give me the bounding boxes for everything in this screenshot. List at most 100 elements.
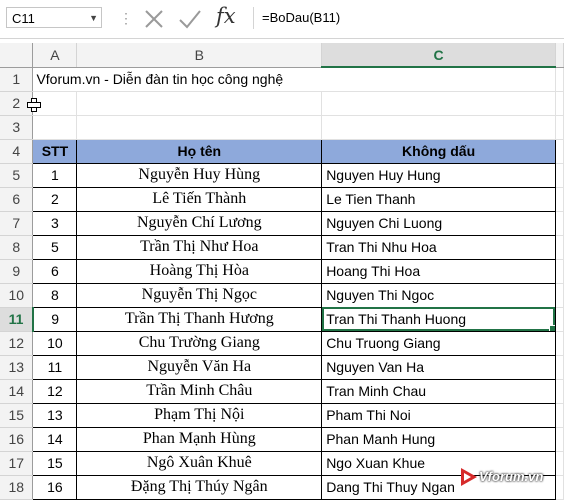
stt-cell[interactable]: 13 [32, 402, 78, 428]
cell[interactable] [321, 91, 556, 116]
plain-name-cell[interactable]: Hoang Thi Hoa [321, 258, 556, 284]
cell[interactable] [32, 115, 78, 140]
watermark-logo: Vforum.vn [457, 466, 564, 489]
cell[interactable] [555, 427, 564, 452]
cell[interactable] [555, 307, 564, 332]
name-cell[interactable]: Ngô Xuân Khuê [76, 450, 323, 476]
name-cell[interactable]: Trần Thị Như Hoa [76, 234, 323, 260]
cell[interactable] [555, 91, 564, 116]
cell-cursor-icon [27, 98, 41, 112]
row-header-18[interactable]: 18 [0, 475, 34, 500]
stt-cell[interactable]: 11 [32, 354, 78, 380]
stt-cell[interactable]: 9 [32, 306, 78, 332]
header-ho-ten[interactable]: Họ tên [76, 138, 323, 164]
plain-name-cell[interactable]: Nguyen Huy Hung [321, 162, 556, 188]
formula-input[interactable]: =BoDau(B11) [253, 7, 564, 29]
row-header-7[interactable]: 7 [0, 211, 34, 236]
fill-handle[interactable] [548, 324, 555, 330]
name-cell[interactable]: Đặng Thị Thúy Ngân [76, 474, 323, 500]
name-cell[interactable]: Nguyễn Thị Ngọc [76, 282, 323, 308]
row-header-8[interactable]: 8 [0, 235, 34, 260]
cell[interactable] [76, 91, 323, 116]
cell[interactable] [555, 355, 564, 380]
row-header-5[interactable]: 5 [0, 163, 34, 188]
cell[interactable] [321, 115, 556, 140]
plain-name-cell[interactable]: Nguyen Thi Ngoc [321, 282, 556, 308]
select-all-corner[interactable] [0, 43, 34, 68]
name-cell[interactable]: Chu Trường Giang [76, 330, 323, 356]
cell[interactable] [76, 115, 323, 140]
cell[interactable] [555, 379, 564, 404]
table-row: 5 1 Nguyễn Huy Hùng Nguyen Huy Hung [0, 162, 564, 188]
stt-cell[interactable]: 5 [32, 234, 78, 260]
plain-name-cell[interactable]: Pham Thi Noi [321, 402, 556, 428]
stt-cell[interactable]: 12 [32, 378, 78, 404]
name-cell[interactable]: Trần Thị Thanh Hương [76, 306, 323, 332]
stt-cell[interactable]: 15 [32, 450, 78, 476]
cell[interactable] [555, 331, 564, 356]
name-cell[interactable]: Nguyễn Văn Ha [76, 354, 323, 380]
cell[interactable] [555, 115, 564, 140]
plain-name-cell[interactable]: Tran Minh Chau [321, 378, 556, 404]
name-cell[interactable]: Hoàng Thị Hòa [76, 258, 323, 284]
plain-name-cell[interactable]: Nguyen Van Ha [321, 354, 556, 380]
header-khong-dau[interactable]: Không dấu [321, 138, 556, 164]
column-header-a[interactable]: A [32, 43, 78, 68]
row-header-12[interactable]: 12 [0, 331, 34, 356]
row-header-3[interactable]: 3 [0, 115, 34, 140]
cell[interactable] [555, 67, 564, 92]
cell[interactable] [555, 187, 564, 212]
enter-checkmark-icon[interactable] [178, 8, 202, 30]
name-cell[interactable]: Phan Mạnh Hùng [76, 426, 323, 452]
cancel-icon[interactable] [143, 8, 165, 30]
stt-cell[interactable]: 2 [32, 186, 78, 212]
stt-cell[interactable]: 1 [32, 162, 78, 188]
name-cell[interactable]: Nguyễn Chí Lương [76, 210, 323, 236]
plain-name-cell[interactable]: Le Tien Thanh [321, 186, 556, 212]
row-header-13[interactable]: 13 [0, 355, 34, 380]
plain-name-cell[interactable]: Tran Thi Nhu Hoa [321, 234, 556, 260]
cell[interactable] [555, 139, 564, 164]
insert-function-icon[interactable]: fx [216, 4, 236, 28]
column-header-c[interactable]: C [321, 43, 556, 68]
name-cell[interactable]: Nguyễn Huy Hùng [76, 162, 323, 188]
cell[interactable] [555, 211, 564, 236]
name-cell[interactable]: Phạm Thị Nội [76, 402, 323, 428]
row-header-9[interactable]: 9 [0, 259, 34, 284]
stt-cell[interactable]: 3 [32, 210, 78, 236]
title-cell[interactable]: Vforum.vn - Diễn đàn tin học công nghệ [32, 67, 556, 92]
header-stt[interactable]: STT [32, 138, 78, 164]
plain-name-cell[interactable]: Nguyen Chi Luong [321, 210, 556, 236]
stt-cell[interactable]: 16 [32, 474, 78, 500]
plain-name-cell[interactable]: Phan Manh Hung [321, 426, 556, 452]
row-header-14[interactable]: 14 [0, 379, 34, 404]
chevron-down-icon[interactable]: ▼ [89, 8, 98, 29]
row-header-4[interactable]: 4 [0, 139, 34, 164]
table-row: 12 10 Chu Trường Giang Chu Truong Giang [0, 330, 564, 356]
name-box[interactable]: C11 ▼ [6, 7, 102, 28]
formula-bar-grip-icon[interactable]: ⋮ [119, 7, 133, 29]
column-header-d[interactable] [555, 43, 564, 68]
cell[interactable] [555, 403, 564, 428]
cell[interactable] [555, 283, 564, 308]
name-cell[interactable]: Lê Tiến Thành [76, 186, 323, 212]
row-header-15[interactable]: 15 [0, 403, 34, 428]
row-header-11[interactable]: 11 [0, 307, 34, 332]
row-header-17[interactable]: 17 [0, 451, 34, 476]
column-header-b[interactable]: B [76, 43, 323, 68]
cell[interactable] [555, 259, 564, 284]
stt-cell[interactable]: 10 [32, 330, 78, 356]
row-header-1[interactable]: 1 [0, 67, 34, 92]
stt-cell[interactable]: 14 [32, 426, 78, 452]
stt-cell[interactable]: 6 [32, 258, 78, 284]
row-header-6[interactable]: 6 [0, 187, 34, 212]
cell[interactable] [555, 163, 564, 188]
row-header-10[interactable]: 10 [0, 283, 34, 308]
name-cell[interactable]: Trần Minh Châu [76, 378, 323, 404]
table-row: 10 8 Nguyễn Thị Ngọc Nguyen Thi Ngoc [0, 282, 564, 308]
row-header-16[interactable]: 16 [0, 427, 34, 452]
cell[interactable] [555, 235, 564, 260]
plain-name-cell[interactable]: Chu Truong Giang [321, 330, 556, 356]
stt-cell[interactable]: 8 [32, 282, 78, 308]
selected-cell[interactable]: Tran Thi Thanh Huong [321, 306, 556, 332]
